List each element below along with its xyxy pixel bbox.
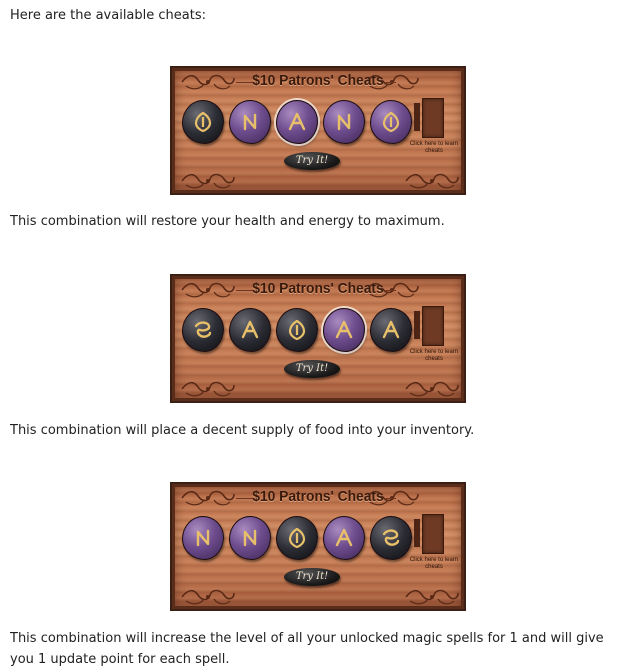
rune-stone[interactable]: [276, 100, 318, 144]
n-rune-icon: [337, 113, 351, 131]
cheat-panel-2: $10 Patrons' Cheats Click here to learn c…: [170, 274, 466, 403]
shield-rune-icon: [382, 111, 400, 133]
rune-stone[interactable]: [182, 100, 224, 144]
shield-rune-icon: [194, 111, 212, 133]
rune-stone[interactable]: [182, 308, 224, 352]
cheat-slot[interactable]: [422, 98, 444, 138]
rune-stone-row: [180, 516, 412, 566]
slot-divider: [414, 103, 420, 131]
try-it-button[interactable]: Try It!: [284, 568, 340, 586]
a-rune-icon: [288, 112, 306, 131]
a-rune-icon: [335, 528, 353, 547]
rune-stone-row: [180, 100, 412, 150]
learn-cheats-link[interactable]: Click here to learn cheats: [404, 557, 464, 571]
shield-rune-icon: [288, 527, 306, 549]
n-rune-icon: [243, 113, 257, 131]
panel-title: $10 Patrons' Cheats: [252, 488, 384, 505]
ornament-icon: [180, 171, 236, 191]
slot-divider: [414, 311, 420, 339]
slot-divider: [414, 519, 420, 547]
try-it-button[interactable]: Try It!: [284, 152, 340, 170]
rune-stone[interactable]: [229, 100, 271, 144]
ornament-icon: [404, 171, 460, 191]
intro-text: Here are the available cheats:: [10, 8, 206, 23]
swirl-rune-icon: [194, 321, 212, 338]
a-rune-icon: [382, 320, 400, 339]
ornament-icon: [180, 379, 236, 399]
cheat-panel-1: $10 Patrons' Cheats Click here to learn c…: [170, 66, 466, 195]
rune-stone-row: [180, 308, 412, 358]
try-it-button[interactable]: Try It!: [284, 360, 340, 378]
cheat-description-3: This combination will increase the level…: [10, 631, 604, 667]
a-rune-icon: [241, 320, 259, 339]
rune-stone[interactable]: [323, 516, 365, 560]
learn-cheats-link[interactable]: Click here to learn cheats: [404, 141, 464, 155]
n-rune-icon: [196, 529, 210, 547]
rune-stone[interactable]: [182, 516, 224, 560]
panel-title: $10 Patrons' Cheats: [252, 280, 384, 297]
rune-stone[interactable]: [370, 100, 412, 144]
learn-cheats-link[interactable]: Click here to learn cheats: [404, 349, 464, 363]
a-rune-icon: [335, 320, 353, 339]
ornament-icon: [404, 379, 460, 399]
swirl-rune-icon: [382, 529, 400, 546]
rune-stone[interactable]: [370, 516, 412, 560]
panel-title: $10 Patrons' Cheats: [252, 72, 384, 89]
ornament-icon: [180, 587, 236, 607]
rune-stone[interactable]: [323, 308, 365, 352]
cheat-description-2: This combination will place a decent sup…: [10, 423, 475, 438]
cheat-slot[interactable]: [422, 514, 444, 554]
rune-stone[interactable]: [229, 516, 271, 560]
cheat-description-1: This combination will restore your healt…: [10, 214, 445, 229]
cheat-panel-3: $10 Patrons' Cheats Click here to learn c…: [170, 482, 466, 611]
n-rune-icon: [243, 529, 257, 547]
cheat-slot[interactable]: [422, 306, 444, 346]
shield-rune-icon: [288, 319, 306, 341]
rune-stone[interactable]: [276, 516, 318, 560]
ornament-icon: [404, 587, 460, 607]
rune-stone[interactable]: [370, 308, 412, 352]
rune-stone[interactable]: [323, 100, 365, 144]
rune-stone[interactable]: [229, 308, 271, 352]
rune-stone[interactable]: [276, 308, 318, 352]
